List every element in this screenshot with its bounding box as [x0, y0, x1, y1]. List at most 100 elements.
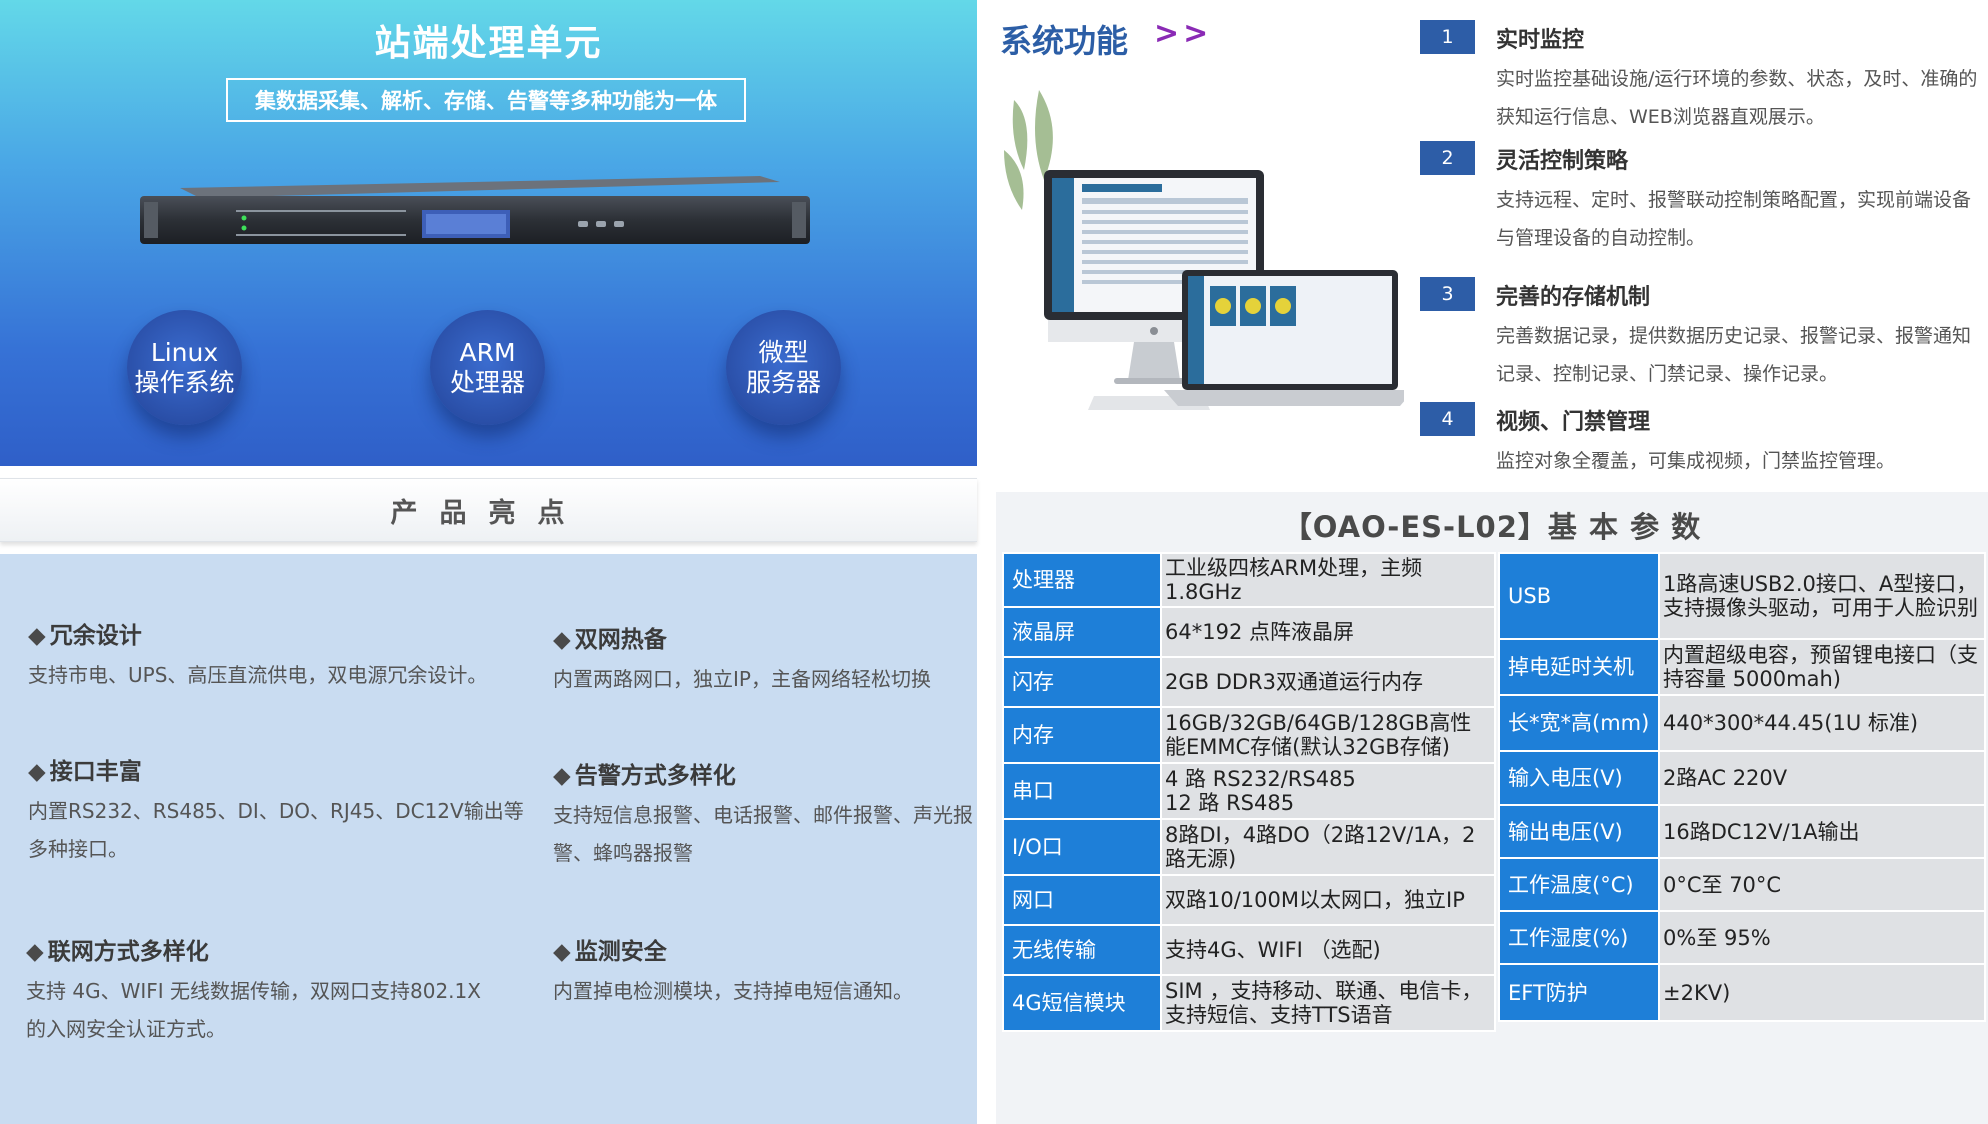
highlights-section: 产品亮点 ◆ 冗余设计 支持市电、UPS、高压直流供电，双电源冗余设计。 ◆ 双网热…	[0, 466, 977, 1124]
function-title: 视频、门禁管理	[1496, 410, 1651, 435]
spec-row: 液晶屏 64*192 点阵液晶屏	[1002, 606, 1496, 658]
feature-title: 监测安全	[574, 939, 667, 965]
function-title: 实时监控	[1496, 28, 1585, 53]
feature-title: 接口丰富	[49, 759, 142, 785]
spec-row: 网口 双路10/100M以太网口，独立IP	[1002, 874, 1496, 926]
spec-key: 内存	[1002, 706, 1162, 764]
spec-key: 无线传输	[1002, 924, 1162, 976]
function-desc: 实时监控基础设施/运行环境的参数、状态，及时、准确的获知运行信息、WEB浏览器直…	[1496, 68, 1978, 128]
bubble-line1: ARM	[459, 337, 516, 367]
spec-row: 工作湿度(%) 0%至 95%	[1498, 910, 1986, 965]
diamond-icon: ◆	[28, 623, 46, 649]
function-desc: 支持远程、定时、报警联动控制策略配置，实现前端设备与管理设备的自动控制。	[1496, 189, 1972, 249]
spec-key: 液晶屏	[1002, 606, 1162, 658]
feature-desc: 内置掉电检测模块，支持掉电短信通知。	[553, 979, 913, 1003]
functions-title: 系统功能	[1000, 22, 1129, 60]
feature-desc: 支持市电、UPS、高压直流供电，双电源冗余设计。	[28, 663, 488, 687]
highlights-title: 产品亮点	[390, 497, 587, 529]
spec-row: 长*宽*高(mm) 440*300*44.45(1U 标准)	[1498, 694, 1986, 752]
bubble-linux-os: Linux 操作系统	[127, 310, 242, 425]
spec-row: 闪存 2GB DDR3双通道运行内存	[1002, 656, 1496, 708]
arrows-icon: >>	[1154, 16, 1213, 51]
bubble-line2: 操作系统	[134, 367, 235, 397]
spec-value: 2GB DDR3双通道运行内存	[1160, 656, 1496, 708]
spec-section: 【OAO-ES-L02】基 本 参 数 处理器 工业级四核ARM处理，主频1.8G…	[996, 492, 1988, 1124]
function-desc: 监控对象全覆盖，可集成视频，门禁监控管理。	[1496, 450, 1896, 472]
feature-title: 冗余设计	[49, 623, 142, 649]
spec-key: 4G短信模块	[1002, 974, 1162, 1032]
spec-value: 内置超级电容，预留锂电接口（支持容量 5000mah)	[1658, 638, 1986, 696]
spec-key: 掉电延时关机	[1498, 638, 1660, 696]
feature-dual-network: ◆ 双网热备 内置两路网口，独立IP，主备网络轻松切换	[553, 620, 973, 698]
feature-redundant-design: ◆ 冗余设计 支持市电、UPS、高压直流供电，双电源冗余设计。	[28, 616, 498, 694]
feature-desc: 支持短信息报警、电话报警、邮件报警、声光报警、蜂鸣器报警	[553, 803, 973, 865]
feature-rich-interfaces: ◆ 接口丰富 内置RS232、RS485、DI、DO、RJ45、DC12V输出等多…	[28, 752, 528, 868]
spec-row: 工作温度(°C) 0°C至 70°C	[1498, 857, 1986, 912]
spec-value: 工业级四核ARM处理，主频1.8GHz	[1160, 552, 1496, 608]
function-title: 灵活控制策略	[1496, 149, 1629, 174]
feature-desc: 支持 4G、WIFI 无线数据传输，双网口支持802.1X 的入网安全认证方式。	[26, 979, 481, 1041]
bubble-line1: 微型	[758, 337, 809, 367]
function-number-badge: 2	[1420, 141, 1475, 175]
function-number-badge: 3	[1420, 277, 1475, 311]
bubble-line1: Linux	[150, 337, 219, 367]
spec-value: 0°C至 70°C	[1658, 857, 1986, 912]
spec-value: 1路高速USB2.0接口、A型接口，支持摄像头驱动，可用于人脸识别	[1658, 552, 1986, 640]
diamond-icon: ◆	[553, 763, 571, 789]
spec-value: 支持4G、WIFI （选配)	[1160, 924, 1496, 976]
spec-row: 无线传输 支持4G、WIFI （选配)	[1002, 924, 1496, 976]
spec-key: 输入电压(V)	[1498, 750, 1660, 806]
spec-value: 8路DI，4路DO（2路12V/1A，2路无源)	[1160, 818, 1496, 876]
spec-value: 440*300*44.45(1U 标准)	[1658, 694, 1986, 752]
spec-row: USB 1路高速USB2.0接口、A型接口，支持摄像头驱动，可用于人脸识别	[1498, 552, 1986, 640]
spec-row: I/O口 8路DI，4路DO（2路12V/1A，2路无源)	[1002, 818, 1496, 876]
bubble-line2: 处理器	[449, 367, 525, 397]
spec-row: 输入电压(V) 2路AC 220V	[1498, 750, 1986, 806]
spec-value: 16GB/32GB/64GB/128GB高性能EMMC存储(默认32GB存储)	[1160, 706, 1496, 764]
feature-desc: 内置RS232、RS485、DI、DO、RJ45、DC12V输出等多种接口。	[28, 799, 524, 861]
spec-key: 输出电压(V)	[1498, 804, 1660, 859]
spec-row: 4G短信模块 SIM ，支持移动、联通、电信卡，支持短信、支持TTS语音	[1002, 974, 1496, 1032]
spec-row: 输出电压(V) 16路DC12V/1A输出	[1498, 804, 1986, 859]
spec-value: 16路DC12V/1A输出	[1658, 804, 1986, 859]
hero-banner: 站端处理单元 集数据采集、解析、存储、告警等多种功能为一体 Linux 操作系统…	[0, 0, 977, 466]
function-desc: 完善数据记录，提供数据历史记录、报警记录、报警通知记录、控制记录、门禁记录、操作…	[1496, 325, 1972, 385]
spec-key: I/O口	[1002, 818, 1162, 876]
feature-monitoring-safety: ◆ 监测安全 内置掉电检测模块，支持掉电短信通知。	[553, 932, 973, 1010]
monitor-laptop-image	[1004, 90, 1404, 410]
spec-value: 双路10/100M以太网口，独立IP	[1160, 874, 1496, 926]
bubble-arm-processor: ARM 处理器	[430, 310, 545, 425]
function-number-badge: 1	[1420, 20, 1475, 54]
system-functions-section: 系统功能 >> 1 实时监控 实时监控基础设施/运行环境的参数、状态，及时、准确…	[996, 0, 1988, 492]
spec-key: 网口	[1002, 874, 1162, 926]
spec-key: 工作温度(°C)	[1498, 857, 1660, 912]
rack-device-image	[140, 176, 810, 244]
spec-row: 处理器 工业级四核ARM处理，主频1.8GHz	[1002, 552, 1496, 608]
diamond-icon: ◆	[26, 939, 44, 965]
highlights-header: 产品亮点	[0, 478, 977, 542]
diamond-icon: ◆	[28, 759, 46, 785]
diamond-icon: ◆	[553, 939, 571, 965]
spec-row: 掉电延时关机 内置超级电容，预留锂电接口（支持容量 5000mah)	[1498, 638, 1986, 696]
spec-key: 处理器	[1002, 552, 1162, 608]
spec-table-left: 处理器 工业级四核ARM处理，主频1.8GHz 液晶屏 64*192 点阵液晶屏 闪…	[1002, 552, 1496, 1032]
feature-network-methods: ◆ 联网方式多样化 支持 4G、WIFI 无线数据传输，双网口支持802.1X 的…	[26, 932, 486, 1048]
spec-key: USB	[1498, 552, 1660, 640]
spec-key: EFT防护	[1498, 963, 1660, 1022]
bubble-micro-server: 微型 服务器	[726, 310, 841, 425]
feature-title: 双网热备	[574, 627, 667, 653]
feature-alarm-methods: ◆ 告警方式多样化 支持短信息报警、电话报警、邮件报警、声光报警、蜂鸣器报警	[553, 756, 973, 872]
feature-title: 联网方式多样化	[47, 939, 209, 965]
spec-row: 串口 4 路 RS232/RS485 12 路 RS485	[1002, 762, 1496, 820]
hero-subtitle: 集数据采集、解析、存储、告警等多种功能为一体	[226, 78, 746, 122]
spec-key: 串口	[1002, 762, 1162, 820]
hero-title: 站端处理单元	[374, 23, 603, 64]
feature-title: 告警方式多样化	[574, 763, 736, 789]
spec-value: 4 路 RS232/RS485 12 路 RS485	[1160, 762, 1496, 820]
function-number-badge: 4	[1420, 402, 1475, 436]
spec-title: 【OAO-ES-L02】基 本 参 数	[1282, 510, 1702, 544]
spec-row: 内存 16GB/32GB/64GB/128GB高性能EMMC存储(默认32GB存储…	[1002, 706, 1496, 764]
highlights-panel: ◆ 冗余设计 支持市电、UPS、高压直流供电，双电源冗余设计。 ◆ 双网热备 内置两…	[0, 554, 977, 1124]
spec-value: SIM ，支持移动、联通、电信卡，支持短信、支持TTS语音	[1160, 974, 1496, 1032]
spec-value: 0%至 95%	[1658, 910, 1986, 965]
